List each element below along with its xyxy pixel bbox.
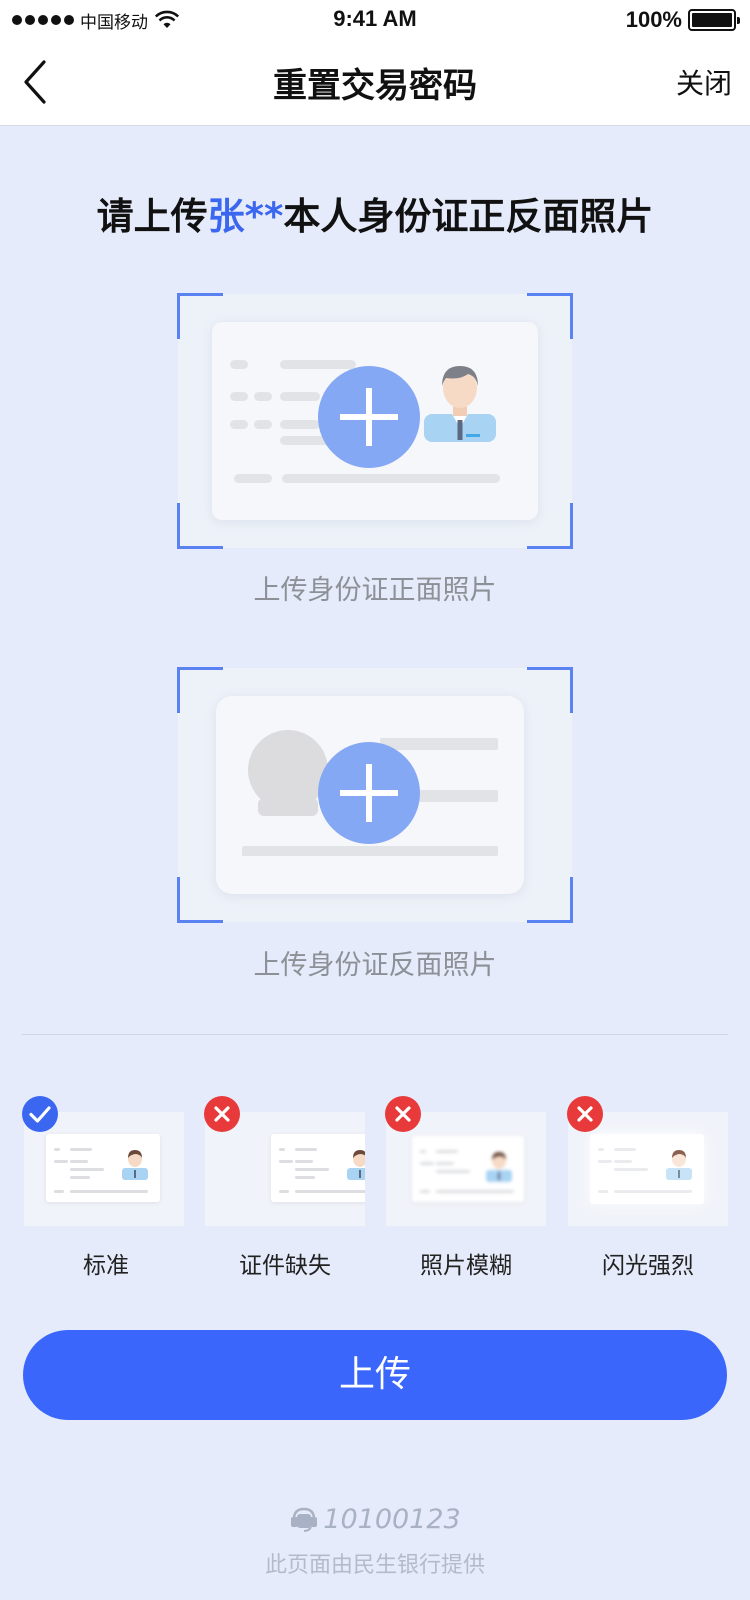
masked-user-name: 张** (207, 195, 284, 238)
example-blurry-label: 照片模糊 (420, 1253, 512, 1279)
person-avatar-icon (666, 1150, 692, 1180)
headset-icon (291, 1507, 318, 1532)
nav-bar: 重置交易密码 关闭 (0, 40, 750, 126)
instruction-prefix: 请上传 (96, 195, 208, 238)
provider-note: 此页面由民生银行提供 (264, 1553, 485, 1578)
battery-icon (688, 9, 740, 31)
status-right: 100% (625, 6, 740, 34)
example-incomplete-label: 证件缺失 (239, 1253, 331, 1279)
close-circle-icon (385, 1096, 421, 1132)
close-button[interactable]: 关闭 (676, 62, 732, 102)
add-photo-icon (318, 742, 420, 844)
status-bar: 中国移动 9:41 AM 100% (0, 0, 750, 40)
page-title: 重置交易密码 (273, 66, 477, 106)
upload-instruction: 请上传张**本人身份证正反面照片 (0, 186, 750, 240)
person-avatar-icon (424, 366, 496, 442)
person-avatar-icon (486, 1152, 512, 1182)
upload-front-label: 上传身份证正面照片 (253, 575, 497, 606)
upload-id-front[interactable] (177, 293, 573, 549)
service-hotline[interactable]: 10100123 (0, 1504, 750, 1535)
instruction-suffix: 本人身份证正反面照片 (283, 195, 654, 238)
battery-percent: 100% (625, 7, 682, 32)
person-avatar-icon (347, 1150, 365, 1180)
example-standard-label: 标准 (83, 1253, 129, 1279)
close-circle-icon (567, 1096, 603, 1132)
upload-id-back[interactable] (177, 667, 573, 923)
add-photo-icon (318, 366, 420, 468)
example-glare-label: 闪光强烈 (602, 1253, 694, 1279)
section-divider (22, 1034, 728, 1035)
person-avatar-icon (122, 1150, 148, 1180)
upload-back-label: 上传身份证反面照片 (253, 950, 497, 981)
close-circle-icon (204, 1096, 240, 1132)
hotline-number: 10100123 (323, 1504, 461, 1535)
check-icon (22, 1096, 58, 1132)
upload-button[interactable]: 上传 (23, 1330, 727, 1420)
